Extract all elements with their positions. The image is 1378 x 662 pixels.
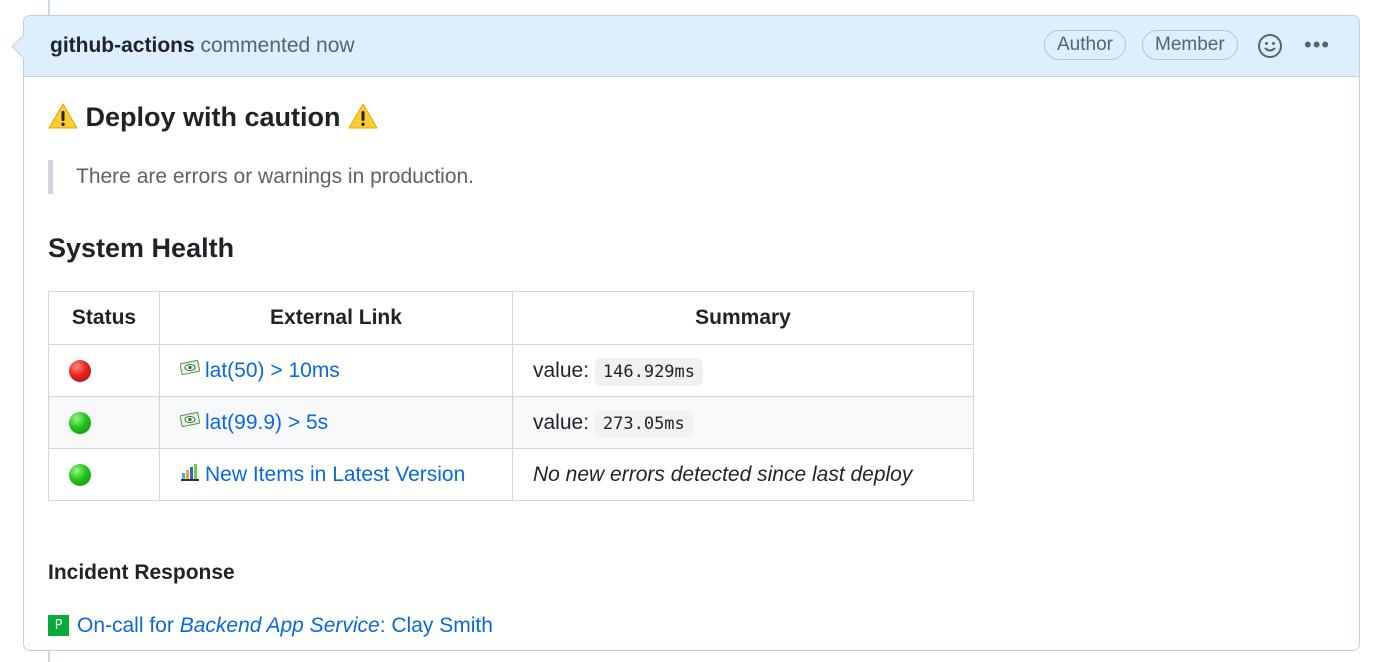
deploy-heading: Deploy with caution <box>48 102 378 133</box>
deploy-notice: There are errors or warnings in producti… <box>48 160 474 194</box>
table-row: lat(50) > 10ms value: 146.929ms <box>48 344 974 397</box>
alert-link[interactable]: lat(50) > 10ms <box>205 359 340 382</box>
incident-heading: Incident Response <box>48 561 235 584</box>
money-eye-icon <box>180 359 200 376</box>
link-cell: lat(50) > 10ms <box>159 344 513 397</box>
summary-value: 273.05ms <box>594 409 693 438</box>
oncall-service: Backend App Service <box>179 614 380 637</box>
alert-link[interactable]: lat(99.9) > 5s <box>205 411 328 434</box>
link-cell: New Items in Latest Version <box>159 448 513 501</box>
oncall-line: P On-call for Backend App Service: Clay S… <box>48 614 493 638</box>
author-link[interactable]: github-actions <box>50 34 195 57</box>
column-header-link: External Link <box>159 291 513 345</box>
pagerduty-icon: P <box>48 615 69 636</box>
column-header-status: Status <box>48 291 160 345</box>
comment-action-text: commented now <box>200 34 355 57</box>
health-table: Status External Link Summary lat(50) > 1… <box>48 291 974 501</box>
link-cell: lat(99.9) > 5s <box>159 396 513 449</box>
health-heading: System Health <box>48 233 235 263</box>
oncall-link[interactable]: On-call for Backend App Service: Clay Sm… <box>77 614 493 637</box>
rollbar-link[interactable]: New Items in Latest Version <box>205 463 465 486</box>
status-cell <box>48 448 160 501</box>
warning-sign-icon <box>348 103 378 129</box>
comment-box: github-actions commented now Author Memb… <box>11 15 1360 651</box>
status-green-icon <box>69 411 91 434</box>
table-row: lat(99.9) > 5s value: 273.05ms <box>48 396 974 449</box>
comment-meta: github-actions commented now <box>50 34 355 58</box>
summary-cell: value: 146.929ms <box>512 344 974 397</box>
summary-value: 146.929ms <box>594 357 704 386</box>
summary-prefix: value: <box>533 358 590 382</box>
oncall-prefix: On-call for <box>77 614 180 637</box>
summary-text: No new errors detected since last deploy <box>533 462 913 486</box>
status-red-icon <box>69 359 91 382</box>
member-badge: Member <box>1142 30 1238 60</box>
status-cell <box>48 344 160 397</box>
table-row: New Items in Latest Version No new error… <box>48 448 974 501</box>
kebab-horizontal-icon[interactable]: ••• <box>1304 34 1334 58</box>
column-header-summary: Summary <box>512 291 974 345</box>
author-badge: Author <box>1044 30 1126 60</box>
summary-cell: value: 273.05ms <box>512 396 974 449</box>
status-green-icon <box>69 463 91 486</box>
money-eye-icon <box>180 411 200 428</box>
status-cell <box>48 396 160 449</box>
summary-prefix: value: <box>533 410 590 434</box>
oncall-suffix: : Clay Smith <box>379 614 493 637</box>
comment-header: github-actions commented now Author Memb… <box>24 16 1359 77</box>
summary-cell: No new errors detected since last deploy <box>512 448 974 501</box>
warning-sign-icon <box>48 103 78 129</box>
smiley-icon[interactable] <box>1257 33 1283 59</box>
table-header-row: Status External Link Summary <box>48 291 974 345</box>
deploy-title: Deploy with caution <box>85 102 341 132</box>
rollbar-icon <box>181 464 199 481</box>
